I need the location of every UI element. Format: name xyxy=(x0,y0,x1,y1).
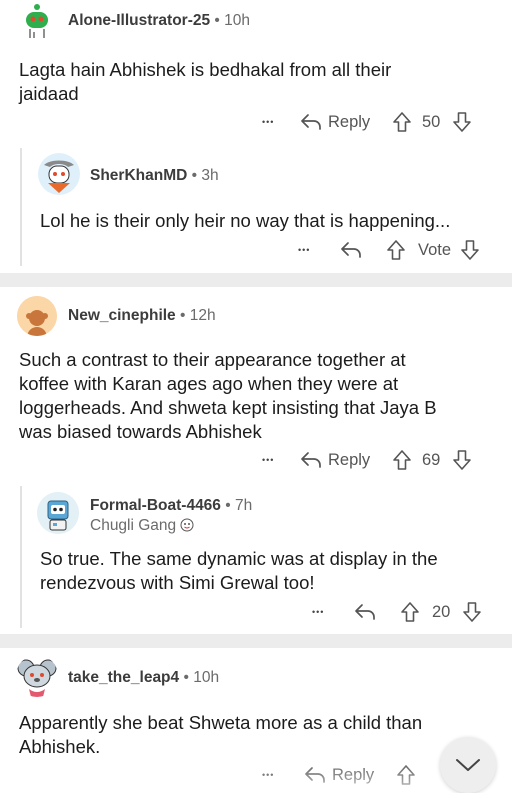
comment-actions: ••• Vote xyxy=(298,236,480,264)
body-line: Lagta hain Abhishek is bedhakal from all… xyxy=(19,59,392,80)
author-name[interactable]: SherKhanMD xyxy=(90,167,187,184)
downvote-arrow-icon[interactable] xyxy=(462,601,482,623)
comment-header: SherKhanMD • 3h xyxy=(90,167,219,185)
comment-body: Lagta hain Abhishek is bedhakal from all… xyxy=(19,58,499,106)
comment-header: New_cinephile • 12h xyxy=(68,307,216,325)
reply-arrow-icon[interactable] xyxy=(304,765,326,785)
body-line: Abhishek. xyxy=(19,736,101,757)
default-orange-avatar[interactable] xyxy=(17,296,57,336)
vote-count: 20 xyxy=(432,602,451,621)
comment-time: 7h xyxy=(235,497,253,514)
author-name[interactable]: New_cinephile xyxy=(68,307,176,324)
comment-time: 3h xyxy=(201,167,219,184)
comment-time: 12h xyxy=(189,307,216,324)
comment-time: 10h xyxy=(224,12,251,29)
comment-body: Lol he is their only heir no way that is… xyxy=(40,209,505,233)
comment-body: Apparently she beat Shweta more as a chi… xyxy=(19,711,499,759)
body-line: Apparently she beat Shweta more as a chi… xyxy=(19,712,423,733)
more-options-icon[interactable]: ••• xyxy=(262,770,304,780)
comment-time: 10h xyxy=(193,669,220,686)
green-snoo-avatar[interactable] xyxy=(18,2,56,40)
more-options-icon[interactable]: ••• xyxy=(262,455,300,465)
vote-label: Vote xyxy=(418,240,452,259)
body-line: Such a contrast to their appearance toge… xyxy=(19,349,406,370)
separator-dot: • xyxy=(225,497,231,514)
body-line: loggerheads. And shweta kept insisting t… xyxy=(19,397,437,418)
reply-button[interactable]: Reply xyxy=(332,766,396,785)
separator-dot: • xyxy=(180,307,186,324)
more-options-icon[interactable]: ••• xyxy=(298,245,340,255)
comment-actions: ••• Reply xyxy=(262,761,416,789)
comment-separator xyxy=(0,273,512,287)
upvote-arrow-icon[interactable] xyxy=(386,239,406,261)
flair-label: Chugli Gang xyxy=(90,517,177,534)
chevron-down-icon xyxy=(454,756,482,774)
comment-actions: ••• 20 xyxy=(312,598,482,626)
reply-button[interactable]: Reply xyxy=(328,451,392,470)
flair-emoji-icon xyxy=(180,518,194,532)
separator-dot: • xyxy=(191,167,198,184)
comment-header: Formal-Boat-4466 • 7h xyxy=(90,497,252,515)
thread-line[interactable] xyxy=(20,486,22,628)
author-name[interactable]: take_the_leap4 xyxy=(68,669,179,686)
upvote-arrow-icon[interactable] xyxy=(396,764,416,786)
body-line: So true. The same dynamic was at display… xyxy=(40,548,438,569)
robot-snoo-avatar[interactable] xyxy=(37,492,79,534)
reply-button[interactable]: Reply xyxy=(328,113,392,132)
upvote-arrow-icon[interactable] xyxy=(392,449,412,471)
separator-dot: • xyxy=(214,12,220,29)
comment-body: So true. The same dynamic was at display… xyxy=(40,547,505,595)
downvote-arrow-icon[interactable] xyxy=(460,239,480,261)
user-flair: Chugli Gang xyxy=(90,517,194,535)
comment-actions: ••• Reply 50 xyxy=(262,108,472,136)
koala-snoo-avatar[interactable] xyxy=(16,655,58,697)
author-name[interactable]: Formal-Boat-4466 xyxy=(90,497,221,514)
collapse-button[interactable] xyxy=(440,737,496,793)
comment-header: Alone-Illustrator-25 • 10h xyxy=(68,12,250,30)
reply-arrow-icon[interactable] xyxy=(340,240,386,260)
comment-body: Such a contrast to their appearance toge… xyxy=(19,348,499,444)
downvote-arrow-icon[interactable] xyxy=(452,111,472,133)
reply-arrow-icon[interactable] xyxy=(300,112,322,132)
reply-arrow-icon[interactable] xyxy=(354,602,400,622)
bottom-fade xyxy=(0,760,512,789)
author-name[interactable]: Alone-Illustrator-25 xyxy=(68,12,210,29)
body-line: rendezvous with Simi Grewal too! xyxy=(40,572,315,593)
vote-count: 50 xyxy=(422,112,441,131)
body-line: Lol he is their only heir no way that is… xyxy=(40,210,451,231)
downvote-arrow-icon[interactable] xyxy=(452,449,472,471)
comment-actions: ••• Reply 69 xyxy=(262,446,472,474)
body-line: was biased towards Abhishek xyxy=(19,421,262,442)
body-line: koffee with Karan ages ago when they wer… xyxy=(19,373,399,394)
thread-line[interactable] xyxy=(20,148,22,266)
body-line: jaidaad xyxy=(19,83,79,104)
comment-header: take_the_leap4 • 10h xyxy=(68,669,219,687)
vote-count: 69 xyxy=(422,450,441,469)
separator-dot: • xyxy=(183,669,189,686)
upvote-arrow-icon[interactable] xyxy=(392,111,412,133)
upvote-arrow-icon[interactable] xyxy=(400,601,420,623)
more-options-icon[interactable]: ••• xyxy=(312,607,354,617)
reply-arrow-icon[interactable] xyxy=(300,450,322,470)
cowboy-snoo-avatar[interactable] xyxy=(38,153,80,195)
comment-separator xyxy=(0,634,512,648)
more-options-icon[interactable]: ••• xyxy=(262,117,300,127)
